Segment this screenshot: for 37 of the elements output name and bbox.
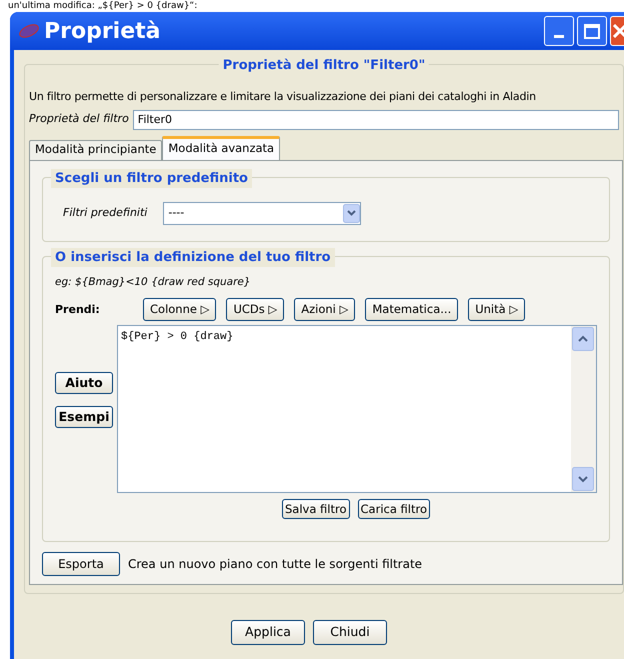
filter-name-field[interactable]: Filter0 bbox=[132, 110, 619, 130]
close-button[interactable] bbox=[610, 16, 624, 46]
field-label: Proprietà del filtro bbox=[29, 111, 129, 128]
minimize-button[interactable] bbox=[544, 16, 574, 46]
description-text: Un filtro permette di personalizzare e limitare la visualizzazione dei piani dei cataloghi in Aladin bbox=[29, 89, 537, 105]
tab[interactable]: Modalità principiante bbox=[29, 140, 162, 160]
file-button[interactable]: Salva filtro bbox=[282, 499, 350, 520]
filter-editor[interactable]: ${Per} > 0 {draw} bbox=[117, 325, 597, 494]
filter-code: ${Per} > 0 {draw} bbox=[120, 330, 234, 346]
dialog-button[interactable]: Chiudi bbox=[313, 620, 387, 646]
group-title: O inserisci la definizione del tuo filtro bbox=[51, 248, 335, 267]
menu-button[interactable]: Unità ▷ bbox=[468, 298, 526, 322]
tab[interactable]: Modalità avanzata bbox=[162, 136, 280, 160]
app-logo-icon bbox=[18, 23, 40, 39]
preset-dropdown[interactable]: ---- bbox=[163, 202, 362, 224]
menu-button[interactable]: Matematica... bbox=[365, 298, 458, 322]
maximize-button[interactable] bbox=[577, 16, 607, 46]
export-button[interactable]: Esporta bbox=[42, 552, 120, 576]
close-icon bbox=[613, 24, 624, 38]
menu-button[interactable]: UCDs ▷ bbox=[226, 298, 284, 322]
dialog-button[interactable]: Applica bbox=[231, 620, 305, 646]
scroll-up-icon[interactable] bbox=[572, 327, 594, 352]
field-label: Filtri predefiniti bbox=[63, 204, 148, 221]
group-title: Scegli un filtro predefinito bbox=[51, 168, 252, 188]
menu-button[interactable]: Azioni ▷ bbox=[294, 298, 356, 322]
scroll-down-icon[interactable] bbox=[572, 467, 594, 492]
export-description: Crea un nuovo piano con tutte le sorgenti filtrate bbox=[128, 556, 422, 574]
menu-button[interactable]: Colonne ▷ bbox=[143, 298, 216, 322]
help-button[interactable]: Aiuto bbox=[55, 372, 113, 394]
pick-label: Prendi: bbox=[55, 302, 101, 318]
example-text: eg: ${Bmag}<10 {draw red square} bbox=[55, 274, 252, 290]
help-button[interactable]: Esempi bbox=[55, 406, 113, 428]
file-button[interactable]: Carica filtro bbox=[358, 499, 430, 520]
scrollbar[interactable] bbox=[571, 326, 596, 492]
chevron-down-icon bbox=[343, 204, 360, 222]
document-text: un'ultima modifica: „${Per} > 0 {draw}“: bbox=[7, 0, 198, 12]
window-title: Proprietà bbox=[44, 18, 161, 46]
